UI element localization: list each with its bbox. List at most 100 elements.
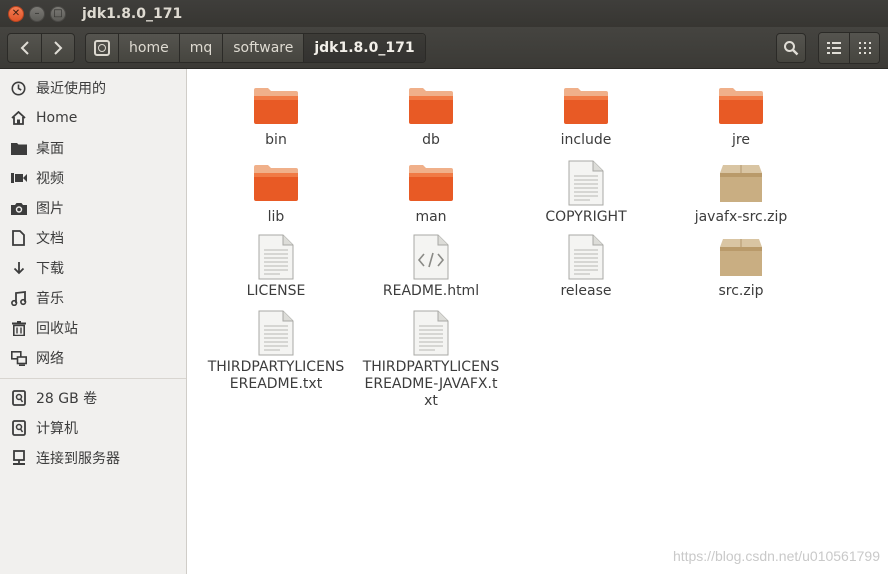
file-item[interactable]: release [511, 233, 661, 300]
text-file-icon [407, 309, 455, 357]
file-item[interactable]: jre [666, 82, 816, 149]
watermark-text: https://blog.csdn.net/u010561799 [672, 548, 880, 564]
folder-icon [562, 82, 610, 130]
breadcrumb-mq[interactable]: mq [178, 33, 223, 62]
grid-view-button[interactable] [849, 32, 879, 63]
folder-icon [10, 140, 27, 157]
history-nav [7, 32, 75, 63]
document-icon [10, 230, 27, 247]
file-item[interactable]: lib [201, 159, 351, 226]
file-item[interactable]: bin [201, 82, 351, 149]
network-icon [10, 350, 27, 367]
file-item[interactable]: man [356, 159, 506, 226]
file-name: db [422, 132, 440, 148]
sidebar-item-connect-server[interactable]: 连接到服务器 [0, 443, 186, 473]
file-item[interactable]: LICENSE [201, 233, 351, 300]
file-name: release [560, 283, 612, 299]
clock-icon [10, 80, 27, 97]
close-window-button[interactable]: ✕ [8, 5, 24, 22]
file-item[interactable]: src.zip [666, 233, 816, 300]
file-item[interactable]: include [511, 82, 661, 149]
sidebar-item-videos[interactable]: 视频 [0, 163, 186, 193]
sidebar-item-recent[interactable]: 最近使用的 [0, 73, 186, 103]
text-file-icon [562, 233, 610, 281]
sidebar-item-music[interactable]: 音乐 [0, 283, 186, 313]
file-item[interactable]: README.html [356, 233, 506, 300]
sidebar-item-home[interactable]: Home [0, 103, 186, 133]
sidebar-item-label: 文档 [36, 231, 64, 247]
file-item[interactable]: javafx-src.zip [666, 159, 816, 226]
toolbar: home mq software jdk1.8.0_171 [0, 27, 888, 69]
text-file-icon [252, 309, 300, 357]
minimize-window-button[interactable]: – [29, 5, 45, 22]
sidebar-item-documents[interactable]: 文档 [0, 223, 186, 253]
file-name: THIRDPARTYLICENSEREADME-JAVAFX.txt [362, 359, 500, 409]
folder-icon [407, 159, 455, 207]
sidebar-item-computer[interactable]: 计算机 [0, 413, 186, 443]
text-file-icon [562, 159, 610, 207]
search-button[interactable] [776, 32, 806, 63]
chevron-right-icon [54, 40, 63, 55]
file-grid: bin db include jre lib man COPYRIGHT jav… [188, 69, 888, 574]
breadcrumb-software[interactable]: software [222, 33, 303, 62]
file-name: lib [267, 209, 285, 225]
back-button[interactable] [8, 34, 41, 62]
sidebar-item-label: 图片 [36, 201, 64, 217]
chevron-left-icon [20, 40, 29, 55]
zip-archive-icon [717, 159, 765, 207]
folder-icon [407, 82, 455, 130]
file-name: include [560, 132, 612, 148]
file-name: THIRDPARTYLICENSEREADME.txt [207, 359, 345, 392]
file-name: man [415, 209, 447, 225]
sidebar-separator [0, 378, 186, 379]
list-view-icon [827, 41, 841, 54]
file-name: README.html [382, 283, 480, 299]
camera-icon [10, 200, 27, 217]
sidebar-item-label: 桌面 [36, 141, 64, 157]
file-name: jre [732, 132, 750, 148]
drive-icon [10, 420, 27, 437]
maximize-window-button[interactable]: □ [50, 5, 66, 22]
file-name: COPYRIGHT [545, 209, 627, 225]
drive-icon [94, 39, 110, 56]
video-icon [10, 170, 27, 187]
text-file-icon [252, 233, 300, 281]
file-name: javafx-src.zip [694, 209, 788, 225]
drive-icon [10, 390, 27, 407]
folder-icon [717, 82, 765, 130]
file-name: src.zip [718, 283, 764, 299]
sidebar-item-label: Home [36, 110, 78, 126]
download-icon [10, 260, 27, 277]
search-icon [784, 40, 799, 55]
file-item[interactable]: THIRDPARTYLICENSEREADME-JAVAFX.txt [356, 309, 506, 410]
server-icon [10, 450, 27, 467]
sidebar-item-desktop[interactable]: 桌面 [0, 133, 186, 163]
sidebar-item-label: 下载 [36, 261, 64, 277]
breadcrumb-current[interactable]: jdk1.8.0_171 [303, 33, 425, 62]
sidebar-item-downloads[interactable]: 下载 [0, 253, 186, 283]
sidebar-item-label: 计算机 [36, 421, 78, 437]
sidebar-item-volume[interactable]: 28 GB 卷 [0, 383, 186, 413]
trash-icon [10, 320, 27, 337]
forward-button[interactable] [41, 33, 74, 62]
home-icon [10, 110, 27, 127]
list-view-button[interactable] [819, 32, 849, 63]
sidebar-item-label: 连接到服务器 [36, 451, 120, 467]
sidebar-item-label: 回收站 [36, 321, 78, 337]
breadcrumb-root-drive[interactable] [86, 34, 118, 62]
sidebar-item-trash[interactable]: 回收站 [0, 313, 186, 343]
sidebar-item-label: 网络 [36, 351, 64, 367]
grid-view-icon [858, 41, 871, 54]
sidebar-item-network[interactable]: 网络 [0, 343, 186, 373]
sidebar-item-pictures[interactable]: 图片 [0, 193, 186, 223]
file-item[interactable]: db [356, 82, 506, 149]
folder-icon [252, 82, 300, 130]
sidebar-item-label: 音乐 [36, 291, 64, 307]
music-icon [10, 290, 27, 307]
breadcrumb-home[interactable]: home [118, 33, 179, 62]
file-item[interactable]: THIRDPARTYLICENSEREADME.txt [201, 309, 351, 393]
html-file-icon [407, 233, 455, 281]
sidebar-item-label: 视频 [36, 171, 64, 187]
folder-icon [252, 159, 300, 207]
file-item[interactable]: COPYRIGHT [511, 159, 661, 226]
